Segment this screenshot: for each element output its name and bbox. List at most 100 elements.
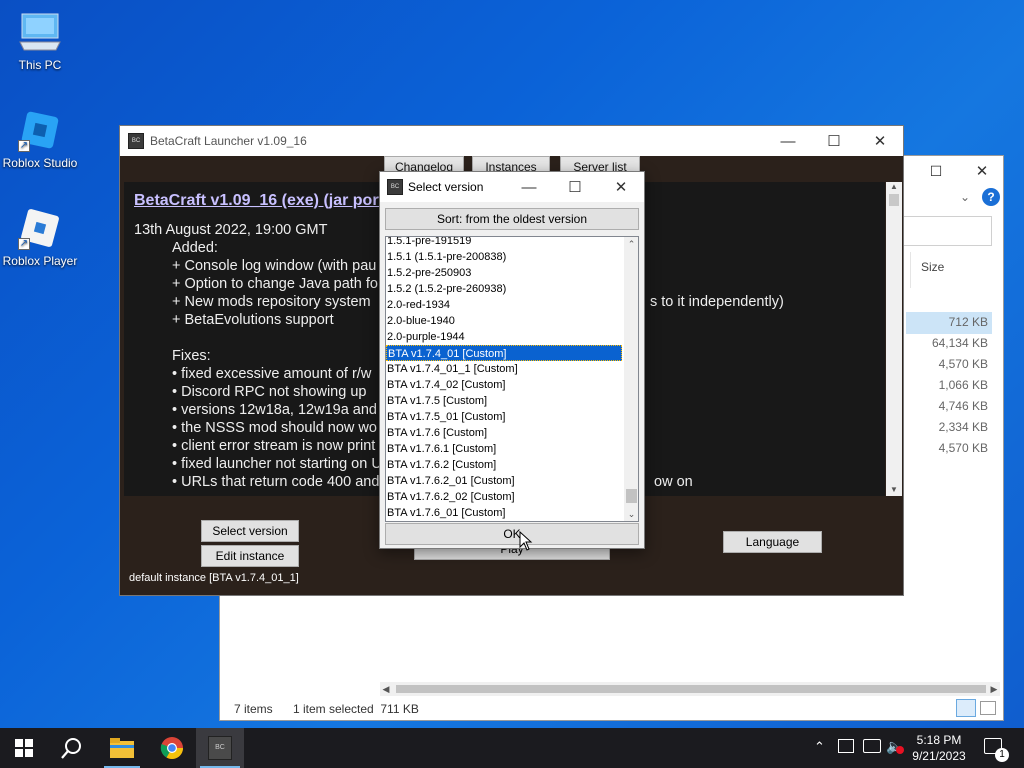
version-item[interactable]: BTA v1.7.4_01_1 [Custom] [386, 361, 622, 377]
file-size-cell: 64,134 KB [931, 336, 988, 350]
help-icon[interactable]: ? [982, 188, 1000, 206]
edit-instance-button[interactable]: Edit instance [201, 545, 299, 567]
version-item[interactable]: BTA v1.7.6.1 [Custom] [386, 441, 622, 457]
betacraft-logo-icon: BC [128, 133, 144, 149]
desktop-icon-roblox-player[interactable]: ↗ Roblox Player [0, 206, 80, 268]
version-item[interactable]: BTA v1.7.6.2_01 [Custom] [386, 473, 622, 489]
fix-item: • versions 12w18a, 12w19a and [172, 402, 377, 418]
status-item-count: 7 items [234, 702, 273, 716]
desktop-icon-roblox-studio[interactable]: ↗ Roblox Studio [0, 108, 80, 170]
fix-item-tail: ow on [654, 474, 693, 490]
taskbar-chrome[interactable] [148, 728, 196, 768]
scroll-right-icon[interactable]: ▶ [988, 682, 1000, 696]
version-list[interactable]: 1.5.1-pre-191519 1.5.1 (1.5.1-pre-200838)… [385, 236, 639, 522]
file-size-cell: 4,570 KB [938, 357, 988, 371]
version-item[interactable]: BTA v1.7.6.2_02 [Custom] [386, 489, 622, 505]
desktop-icon-this-pc[interactable]: This PC [0, 10, 80, 72]
betacraft-logo-icon: BC [208, 736, 232, 760]
version-item[interactable]: 2.0-purple-1944 [386, 329, 622, 345]
minimize-icon[interactable]: — [765, 126, 811, 156]
added-item-tail: s to it independently) [650, 294, 784, 310]
select-version-button[interactable]: Select version [201, 520, 299, 542]
clock-time: 5:18 PM [916, 733, 962, 747]
desktop-icon-label: Roblox Player [2, 254, 78, 268]
file-size-cell: 1,066 KB [938, 378, 988, 392]
scrollbar-thumb[interactable] [889, 194, 899, 206]
added-label: Added: [172, 240, 218, 256]
changelog-scrollbar[interactable]: ▲ ▼ [886, 182, 902, 496]
status-selection: 1 item selected 711 KB [293, 702, 419, 716]
fix-item: • client error stream is now print [172, 438, 376, 454]
added-item: + New mods repository system [172, 294, 371, 310]
scrollbar-thumb[interactable] [396, 685, 986, 693]
version-item[interactable]: BTA v1.7.5 [Custom] [386, 393, 622, 409]
version-item[interactable]: BTA v1.7.5_01 [Custom] [386, 409, 622, 425]
horizontal-scrollbar[interactable]: ◀ ▶ [380, 682, 1000, 696]
added-item: + Console log window (with pau [172, 258, 377, 274]
language-button[interactable]: Language [723, 531, 822, 553]
scrollbar-thumb[interactable] [626, 489, 637, 503]
start-button[interactable] [0, 728, 48, 768]
fixes-label: Fixes: [172, 348, 211, 364]
search-button[interactable] [48, 728, 96, 768]
search-icon [61, 738, 81, 759]
sort-button[interactable]: Sort: from the oldest version [385, 208, 639, 230]
ethernet-icon[interactable] [863, 739, 881, 753]
select-version-dialog: BC Select version — ☐ ✕ Sort: from the o… [379, 171, 645, 549]
scroll-up-icon[interactable]: ⌃ [624, 237, 638, 251]
details-view-icon[interactable] [956, 699, 976, 717]
search-input[interactable] [900, 216, 992, 246]
scroll-up-icon[interactable]: ▲ [886, 182, 902, 194]
chrome-icon [160, 737, 183, 759]
taskbar-file-explorer[interactable] [98, 728, 146, 768]
shortcut-arrow-icon: ↗ [18, 238, 30, 250]
scroll-down-icon[interactable]: ⌄ [624, 507, 638, 521]
roblox-player-icon: ↗ [18, 206, 62, 250]
maximize-icon[interactable]: ☐ [916, 160, 956, 182]
version-item[interactable]: 1.5.2-pre-250903 [386, 265, 622, 281]
fix-item: • fixed excessive amount of r/w [172, 366, 372, 382]
version-item[interactable]: 1.5.1 (1.5.1-pre-200838) [386, 249, 622, 265]
added-item: + BetaEvolutions support [172, 312, 334, 328]
changelog-heading-link[interactable]: BetaCraft v1.09_16 (exe) (jar port [134, 192, 384, 210]
changelog-date: 13th August 2022, 19:00 GMT [134, 222, 328, 238]
minimize-icon[interactable]: — [506, 172, 552, 202]
title-bar: BC BetaCraft Launcher v1.09_16 — ☐ ✕ [120, 126, 903, 156]
close-icon[interactable]: ✕ [598, 172, 644, 202]
close-icon[interactable]: ✕ [962, 160, 1002, 182]
added-item: + Option to change Java path fo [172, 276, 378, 292]
version-list-scrollbar[interactable]: ⌃ ⌄ [624, 237, 638, 521]
taskbar-betacraft[interactable]: BC [196, 728, 244, 768]
fix-item: • fixed launcher not starting on U [172, 456, 382, 472]
scroll-down-icon[interactable]: ▼ [886, 485, 902, 494]
version-item[interactable]: BTA v1.7.4_02 [Custom] [386, 377, 622, 393]
betacraft-logo-icon: BC [387, 179, 403, 195]
clock[interactable]: 5:18 PM 9/21/2023 [908, 732, 970, 764]
version-item[interactable]: 1.5.1-pre-191519 [386, 237, 622, 249]
instance-label: default instance [BTA v1.7.4_01_1] [129, 572, 299, 584]
dialog-title: Select version [408, 180, 484, 194]
version-item[interactable]: 1.5.2 (1.5.2-pre-260938) [386, 281, 622, 297]
maximize-icon[interactable]: ☐ [552, 172, 598, 202]
version-item-selected[interactable]: BTA v1.7.4_01 [Custom] [386, 345, 622, 361]
ok-button[interactable]: OK [385, 523, 639, 545]
close-icon[interactable]: ✕ [857, 126, 903, 156]
version-item[interactable]: 2.0-red-1934 [386, 297, 622, 313]
taskbar: BC ⌃ 🔈 5:18 PM 9/21/2023 1 [0, 728, 1024, 768]
roblox-studio-icon: ↗ [18, 108, 62, 152]
clock-date: 9/21/2023 [912, 749, 966, 763]
version-item[interactable]: BTA v1.7.6_01 [Custom] [386, 505, 622, 521]
scroll-left-icon[interactable]: ◀ [380, 682, 392, 696]
chevron-down-icon[interactable]: ⌄ [960, 190, 970, 204]
version-item[interactable]: BTA v1.7.6.2 [Custom] [386, 457, 622, 473]
tiles-view-icon[interactable] [980, 701, 996, 715]
maximize-icon[interactable]: ☐ [811, 126, 857, 156]
mouse-cursor-icon [519, 531, 533, 551]
size-column-header[interactable]: Size [910, 252, 998, 288]
version-item[interactable]: 2.0-blue-1940 [386, 313, 622, 329]
chevron-up-icon[interactable]: ⌃ [814, 739, 825, 755]
version-item[interactable]: BTA v1.7.6 [Custom] [386, 425, 622, 441]
dialog-title-bar: BC Select version — ☐ ✕ [380, 172, 644, 202]
desktop-icon-label: This PC [18, 58, 62, 72]
network-status-icon[interactable] [838, 739, 854, 753]
